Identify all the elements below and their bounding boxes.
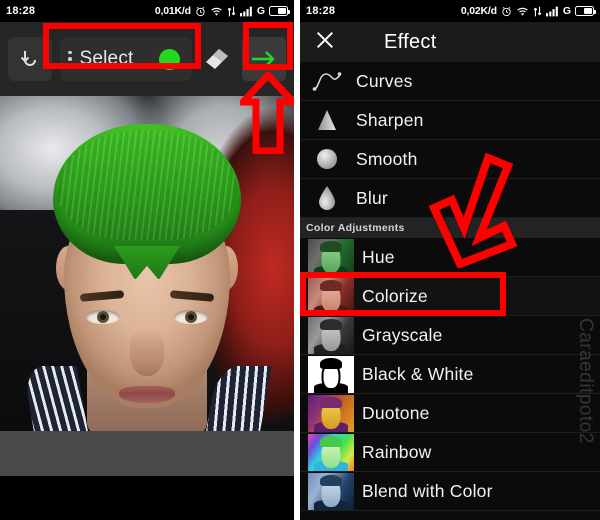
effect-label: Curves — [356, 70, 413, 91]
alarm-clock-icon — [195, 6, 206, 17]
screenshot-root: 18:28 0,01K/d G Select 18:28 0,02K/d G E… — [0, 0, 600, 520]
effect-label: Grayscale — [362, 324, 443, 345]
thumbnail-duotone — [308, 394, 354, 432]
status-data-rate: 0,02K/d — [460, 5, 497, 17]
right-phone-screen: 18:28 0,02K/d G Effect Curves Sharpen Sm… — [300, 0, 600, 520]
effect-list[interactable]: Curves Sharpen Smooth Blur Color Adjustm… — [300, 62, 600, 511]
thumbnail-grayscale — [308, 316, 354, 354]
effect-item-hue[interactable]: Hue — [300, 238, 600, 277]
status-icons: 0,02K/d G — [460, 5, 596, 17]
effect-label: Smooth — [356, 148, 418, 169]
effect-item-sharpen[interactable]: Sharpen — [300, 101, 600, 140]
edited-photo — [0, 96, 294, 476]
smooth-sphere-icon — [306, 142, 348, 176]
status-time: 18:28 — [306, 5, 336, 17]
undo-icon — [20, 51, 36, 66]
effect-item-duotone[interactable]: Duotone — [300, 394, 600, 433]
data-transfer-icon — [533, 6, 542, 17]
alarm-clock-icon — [501, 6, 512, 17]
blur-droplet-icon — [306, 181, 348, 215]
effect-label: Blend with Color — [362, 480, 493, 501]
thumbnail-black-and-white — [308, 355, 354, 393]
wifi-icon — [210, 6, 223, 17]
thumbnail-blend-with-color — [308, 472, 354, 510]
status-icons: 0,01K/d G — [154, 5, 290, 17]
effect-panel-header: Effect — [300, 22, 600, 62]
select-tool-label: Select — [79, 48, 134, 69]
photo-canvas[interactable] — [0, 96, 294, 476]
page-title: Effect — [384, 30, 437, 53]
battery-icon — [575, 6, 596, 16]
effect-item-blend-with-color[interactable]: Blend with Color — [300, 472, 600, 511]
section-title: Color Adjustments — [306, 222, 405, 234]
effect-label: Colorize — [362, 285, 428, 306]
status-time: 18:28 — [6, 5, 36, 17]
effect-label: Blur — [356, 187, 388, 208]
eraser-button[interactable] — [200, 37, 234, 81]
curves-icon — [306, 64, 348, 98]
wifi-icon — [516, 6, 529, 17]
thumbnail-rainbow — [308, 433, 354, 471]
canvas-bottom-bar — [0, 431, 294, 476]
arrow-right-icon — [252, 51, 275, 67]
undo-button[interactable] — [8, 37, 52, 81]
thumbnail-hue — [308, 238, 354, 276]
data-transfer-icon — [227, 6, 236, 17]
select-tool-button[interactable]: Select — [60, 37, 192, 81]
color-swatch[interactable] — [159, 48, 180, 70]
status-network-type: G — [562, 5, 571, 17]
thumbnail-colorize — [308, 277, 354, 315]
close-x-icon[interactable] — [314, 29, 336, 56]
eraser-icon — [206, 49, 228, 69]
signal-bars-icon — [239, 6, 253, 17]
right-status-bar: 18:28 0,02K/d G — [300, 0, 600, 22]
effect-item-grayscale[interactable]: Grayscale — [300, 316, 600, 355]
left-status-bar: 18:28 0,01K/d G — [0, 0, 294, 22]
sharpen-triangle-icon — [306, 103, 348, 137]
effect-label: Hue — [362, 246, 395, 267]
effect-label: Duotone — [362, 402, 430, 423]
left-phone-screen: 18:28 0,01K/d G Select — [0, 0, 294, 520]
section-header-color-adjustments: Color Adjustments — [300, 218, 600, 238]
battery-icon — [269, 6, 290, 16]
effect-label: Sharpen — [356, 109, 424, 130]
signal-bars-icon — [545, 6, 559, 17]
effect-item-smooth[interactable]: Smooth — [300, 140, 600, 179]
status-data-rate: 0,01K/d — [154, 5, 191, 17]
apply-button[interactable] — [242, 37, 286, 81]
status-network-type: G — [256, 5, 265, 17]
effect-label: Rainbow — [362, 441, 432, 462]
effect-item-curves[interactable]: Curves — [300, 62, 600, 101]
effect-item-black-and-white[interactable]: Black & White — [300, 355, 600, 394]
kebab-menu-icon[interactable] — [68, 50, 72, 68]
watermark: Caraeditpoto2 — [575, 318, 596, 444]
effect-label: Black & White — [362, 363, 474, 384]
editor-toolbar: Select — [0, 22, 294, 96]
effect-item-rainbow[interactable]: Rainbow — [300, 433, 600, 472]
effect-item-colorize[interactable]: Colorize — [300, 277, 600, 316]
effect-item-blur[interactable]: Blur — [300, 179, 600, 218]
